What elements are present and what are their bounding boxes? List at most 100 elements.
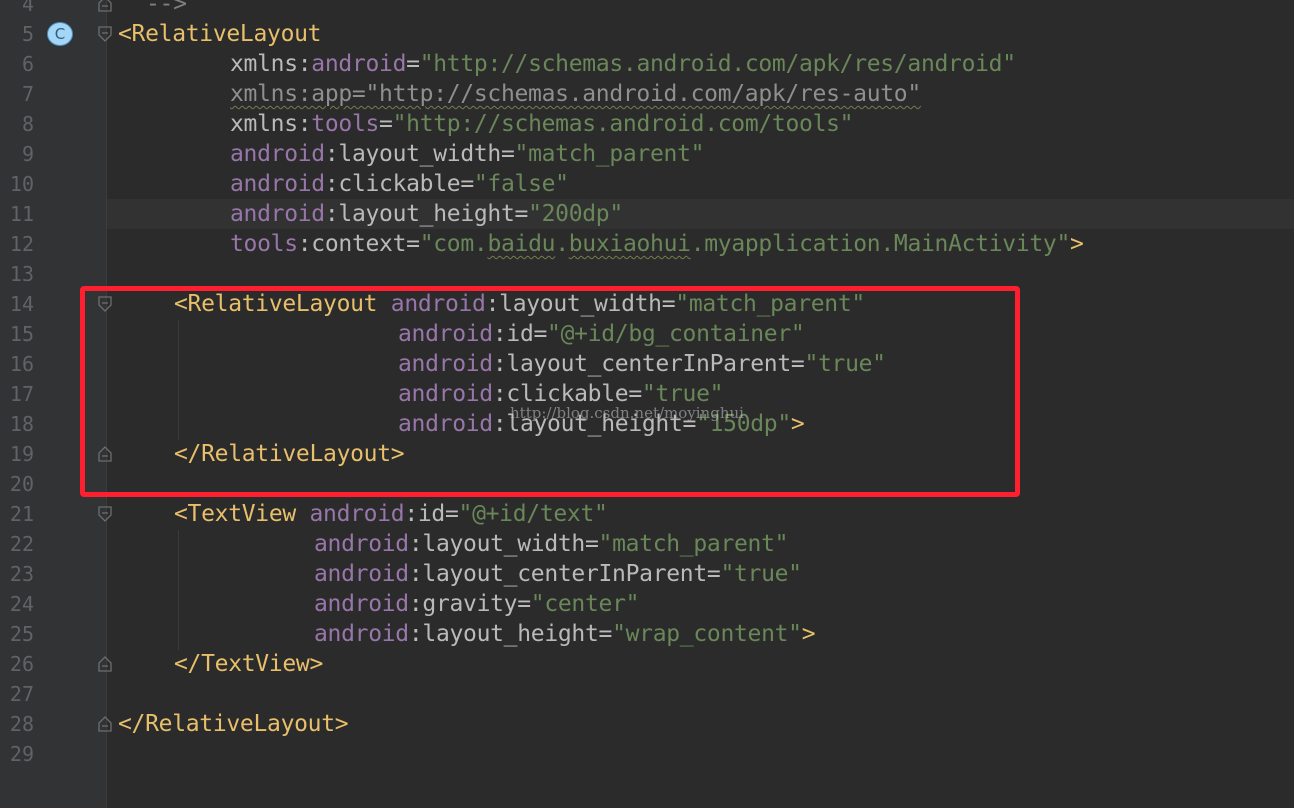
code-token: xmlns: — [230, 51, 312, 77]
code-line[interactable]: 12 tools:context="com.baidu.buxiaohui.mya… — [0, 229, 1294, 259]
line-number: 17 — [9, 382, 34, 406]
code-token: android — [230, 171, 325, 197]
code-line[interactable]: 28 </RelativeLayout> — [0, 709, 1294, 739]
code-token: android — [314, 621, 409, 647]
code-token: > — [801, 621, 816, 647]
code-line[interactable]: 26 </TextView> — [0, 649, 1294, 679]
code-text: android:layout_height="wrap_content"> — [314, 619, 816, 649]
line-number: 19 — [9, 442, 34, 466]
code-token: "center" — [530, 591, 640, 617]
code-line[interactable]: 21 <TextView android:id="@+id/text" — [0, 499, 1294, 529]
code-token: xmlns:app="http://schemas.android.com/ap… — [230, 81, 921, 107]
line-number: 27 — [9, 682, 34, 706]
code-token: tools — [311, 111, 380, 137]
line-number: 28 — [9, 712, 34, 736]
code-token: = — [379, 111, 393, 137]
code-text: </TextView> — [174, 649, 323, 679]
class-marker-icon[interactable]: C — [47, 22, 73, 46]
code-token: baidu — [487, 231, 556, 257]
code-line[interactable]: 4 --> — [0, 0, 1294, 19]
code-token: "http://schemas.android.com/apk/res/andr… — [419, 51, 1016, 77]
code-token: android — [230, 201, 325, 227]
code-token: android — [311, 51, 407, 77]
code-line[interactable]: 22 android:layout_width="match_parent" — [0, 529, 1294, 559]
code-text: </RelativeLayout> — [118, 709, 349, 739]
code-text: xmlns:app="http://schemas.android.com/ap… — [230, 79, 921, 109]
code-line[interactable]: 24 android:gravity="center" — [0, 589, 1294, 619]
code-token: "200dp" — [528, 201, 623, 227]
fold-end-icon[interactable] — [97, 716, 113, 732]
code-token: android — [309, 501, 405, 527]
line-number: 11 — [9, 202, 34, 226]
code-token: "wrap_content" — [612, 621, 802, 647]
line-number: 6 — [21, 52, 34, 76]
line-number: 15 — [9, 322, 34, 346]
code-text: --> — [146, 0, 187, 19]
code-line[interactable]: 29 — [0, 739, 1294, 769]
code-line[interactable]: 6 xmlns:android="http://schemas.android.c… — [0, 49, 1294, 79]
code-text: android:layout_height="200dp" — [230, 199, 623, 229]
code-token: <TextView — [174, 501, 310, 527]
line-number: 26 — [9, 652, 34, 676]
code-line[interactable]: 25 android:layout_height="wrap_content"> — [0, 619, 1294, 649]
code-line[interactable]: 7 xmlns:app="http://schemas.android.com/a… — [0, 79, 1294, 109]
code-token: :clickable= — [324, 171, 474, 197]
code-token: :layout_width= — [408, 531, 599, 557]
code-token: </RelativeLayout> — [118, 711, 349, 737]
code-token: android — [314, 591, 409, 617]
line-number: 18 — [9, 412, 34, 436]
line-number: 7 — [21, 82, 34, 106]
fold-end-icon[interactable] — [97, 656, 113, 672]
code-line[interactable]: 23 android:layout_centerInParent="true" — [0, 559, 1294, 589]
code-text: android:gravity="center" — [314, 589, 639, 619]
fold-end-icon[interactable] — [97, 0, 113, 12]
code-token: "false" — [473, 171, 569, 197]
code-line[interactable]: 11 android:layout_height="200dp" — [0, 199, 1294, 229]
code-token: > — [1070, 231, 1084, 257]
code-token: "match_parent" — [598, 531, 789, 557]
line-number: 9 — [21, 142, 34, 166]
code-text: android:layout_width="match_parent" — [230, 139, 704, 169]
watermark: http://blog.csdn.net/moyinghui — [510, 404, 744, 422]
line-number: 25 — [9, 622, 34, 646]
fold-expand-icon[interactable] — [97, 506, 113, 522]
code-line[interactable]: 27 — [0, 679, 1294, 709]
code-token: "true" — [720, 561, 802, 587]
code-line[interactable]: 8 xmlns:tools="http://schemas.android.com… — [0, 109, 1294, 139]
code-token: .myapplication.MainActivity" — [690, 231, 1071, 257]
code-line[interactable]: 9 android:layout_width="match_parent" — [0, 139, 1294, 169]
code-token: :gravity= — [408, 591, 531, 617]
code-token: :layout_height= — [408, 621, 613, 647]
code-token: tools — [230, 231, 298, 257]
code-text: android:clickable="false" — [230, 169, 569, 199]
code-text: xmlns:android="http://schemas.android.co… — [230, 49, 1016, 79]
line-number: 10 — [9, 172, 34, 196]
line-number: 8 — [21, 112, 34, 136]
indent-guide — [178, 530, 179, 650]
code-line[interactable]: 10 android:clickable="false" — [0, 169, 1294, 199]
code-token: "@+id/text" — [458, 501, 608, 527]
line-number: 12 — [9, 232, 34, 256]
line-number: 13 — [9, 262, 34, 286]
code-token: android — [230, 141, 325, 167]
code-text: <TextView android:id="@+id/text" — [174, 499, 608, 529]
code-token: android — [314, 531, 409, 557]
line-number: 22 — [9, 532, 34, 556]
line-number: 29 — [9, 742, 34, 766]
code-token: buxiaohui — [568, 231, 691, 257]
fold-expand-icon[interactable] — [97, 26, 113, 42]
code-token: "match_parent" — [514, 141, 705, 167]
code-token: :id= — [404, 501, 459, 527]
code-line[interactable]: 13 — [0, 259, 1294, 289]
line-number: 21 — [9, 502, 34, 526]
line-number: 4 — [21, 0, 34, 16]
code-token: </TextView> — [174, 651, 324, 677]
code-token: . — [555, 231, 569, 257]
line-number: 20 — [9, 472, 34, 496]
highlight-annotation-box — [80, 286, 1020, 497]
code-token: :layout_height= — [324, 201, 529, 227]
code-line[interactable]: 5 C <RelativeLayout — [0, 19, 1294, 49]
line-number: 5 — [21, 22, 34, 46]
code-token: xmlns: — [230, 111, 312, 137]
code-text: xmlns:tools="http://schemas.android.com/… — [230, 109, 854, 139]
